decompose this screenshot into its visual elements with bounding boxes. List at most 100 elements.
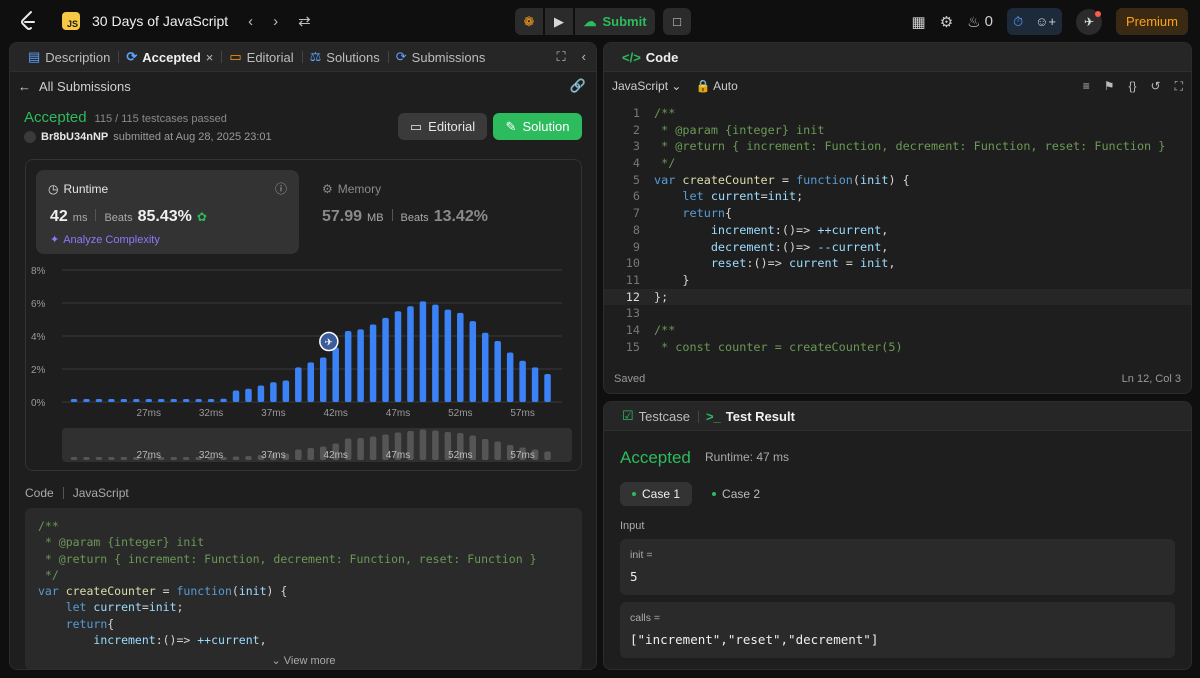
performance-stats: ◷ Runtime ⓘ 42 ms Beats 85.43% ✿ ✦ Analyze… xyxy=(25,159,582,471)
reset-icon[interactable]: ↺ xyxy=(1151,79,1161,94)
problem-list-title[interactable]: 30 Days of JavaScript xyxy=(92,13,228,29)
bookmark-icon[interactable]: ⚑ xyxy=(1104,79,1115,94)
editor-line[interactable]: 10 reset:()=> current = init, xyxy=(604,255,1191,272)
streak-counter[interactable]: ♨ 0 xyxy=(967,13,993,31)
prev-problem-icon[interactable]: ‹ xyxy=(248,13,253,30)
notes-button[interactable]: □ xyxy=(663,8,691,35)
next-problem-icon[interactable]: › xyxy=(273,13,278,30)
info-icon[interactable]: ⓘ xyxy=(275,180,287,197)
pass-dot xyxy=(712,492,717,496)
bar xyxy=(457,312,464,402)
avatar[interactable] xyxy=(24,131,36,143)
editor-line[interactable]: 9 decrement:()=> --current, xyxy=(604,239,1191,256)
line-text: /** xyxy=(654,322,676,337)
code-line: var createCounter = function(init) { xyxy=(38,584,288,599)
debug-button[interactable]: ❁ xyxy=(515,8,543,35)
memory-card[interactable]: ⚙ Memory xyxy=(322,182,381,196)
tab-code[interactable]: </> Code xyxy=(614,50,686,65)
auto-label: Auto xyxy=(713,79,738,93)
tab-solutions[interactable]: ⚖ Solutions xyxy=(301,49,388,65)
format-icon[interactable]: ≡ xyxy=(1083,79,1090,94)
editor-line[interactable]: 6 let current=init; xyxy=(604,188,1191,205)
runtime-card[interactable]: ◷ Runtime ⓘ 42 ms Beats 85.43% ✿ ✦ Analyze… xyxy=(36,170,299,254)
run-button[interactable]: ▶ xyxy=(545,8,573,35)
input-calls-box: calls = ["increment","reset","decrement"… xyxy=(620,602,1175,658)
editor-line[interactable]: 12}; xyxy=(604,288,1191,306)
tab-label: Description xyxy=(45,49,111,65)
test-result-panel: ☑ Testcase >_ Test Result Accepted Runtime… xyxy=(603,401,1192,670)
line-text: * const counter = createCounter(5) xyxy=(654,339,903,354)
code-editor[interactable]: 1/** 2 * @param {integer} init 3 * @return… xyxy=(604,105,1191,355)
case-tab-2[interactable]: Case 2 xyxy=(700,482,772,506)
submitted-code: /** * @param {integer} init * @return { … xyxy=(25,508,582,669)
language-select[interactable]: JavaScript ⌄ xyxy=(612,79,681,93)
input-value[interactable]: ["increment","reset","decrement"] xyxy=(630,632,878,647)
submit-label: Submit xyxy=(602,14,647,29)
editor-status-bar: Saved Ln 12, Col 3 xyxy=(614,373,1181,385)
clock-icon: ◷ xyxy=(48,182,59,196)
editor-line[interactable]: 15 * const counter = createCounter(5) xyxy=(604,339,1191,356)
link-icon[interactable]: 🔗 xyxy=(570,78,586,94)
editor-line[interactable]: 14 /** xyxy=(604,322,1191,339)
username[interactable]: Br8bU34nNP xyxy=(41,131,108,143)
code-language-label: Code JavaScript xyxy=(25,486,129,500)
editor-line[interactable]: 7 return{ xyxy=(604,205,1191,222)
tab-label: Solutions xyxy=(326,49,380,65)
line-number: 5 xyxy=(632,172,640,187)
solution-button[interactable]: ✎ Solution xyxy=(493,113,582,140)
tab-submissions[interactable]: ⟳ Submissions xyxy=(387,49,494,65)
maximize-icon[interactable]: ⛶ xyxy=(557,49,566,65)
runtime-label: Runtime xyxy=(63,182,109,196)
bar xyxy=(270,382,277,402)
editor-line[interactable]: 4 */ xyxy=(604,155,1191,172)
leetcode-logo-icon[interactable] xyxy=(18,10,38,32)
premium-button[interactable]: Premium xyxy=(1115,8,1188,35)
stopwatch-icon[interactable]: ⏱ xyxy=(1013,14,1023,30)
tab-description[interactable]: ▤ Description xyxy=(20,49,118,65)
analyze-complexity-link[interactable]: ✦ Analyze Complexity xyxy=(50,233,160,247)
flame-icon: ♨ xyxy=(967,13,981,31)
expand-icon[interactable]: ⛶ xyxy=(1175,79,1183,94)
input-value[interactable]: 5 xyxy=(630,569,638,584)
editor-line[interactable]: 13 xyxy=(604,305,1191,322)
plane-icon: ✈ xyxy=(325,338,333,349)
braces-icon[interactable]: {} xyxy=(1129,79,1137,94)
auto-mode[interactable]: 🔒 Auto xyxy=(695,79,737,93)
view-more-button[interactable]: ⌄ View more xyxy=(25,646,582,669)
overview-bar xyxy=(295,449,302,460)
user-avatar[interactable]: ✈ xyxy=(1075,8,1102,35)
submit-button[interactable]: ☁ Submit xyxy=(575,8,655,35)
tab-test-result[interactable]: >_ Test Result xyxy=(697,409,803,424)
all-submissions-link[interactable]: All Submissions xyxy=(39,79,131,94)
case-label: Case 1 xyxy=(642,487,681,501)
editor-line[interactable]: 8 increment:()=> ++current, xyxy=(604,222,1191,239)
line-number: 1 xyxy=(632,106,640,120)
editor-line[interactable]: 3 * @return { increment: Function, decre… xyxy=(604,138,1191,155)
x-tick-label: 27ms xyxy=(137,408,161,419)
timer-group: ⏱ ☺+ xyxy=(1006,8,1062,35)
settings-gear-icon[interactable]: ⚙ xyxy=(940,13,953,31)
runtime-distribution-chart[interactable]: 8% 6% 4% 2% 0% 27ms 27ms 32ms 32ms 37ms 37ms 42ms 42… xyxy=(26,260,583,470)
editor-line[interactable]: 11 } xyxy=(604,272,1191,289)
editor-line[interactable]: 5 var createCounter = function(init) { xyxy=(604,172,1191,189)
submission-panel: ▤ Description ⟳ Accepted × ▭ Editorial ⚖ Solu… xyxy=(9,42,597,670)
bar xyxy=(494,340,501,402)
tab-editorial[interactable]: ▭ Editorial xyxy=(221,49,301,65)
layout-icon[interactable]: ▦ xyxy=(912,13,926,31)
editor-line[interactable]: 2 * @param {integer} init xyxy=(604,122,1191,139)
code-line: */ xyxy=(38,567,59,582)
back-arrow-icon[interactable]: ← xyxy=(18,79,31,94)
line-text: reset:()=> current = init, xyxy=(710,256,896,271)
case-tab-1[interactable]: Case 1 xyxy=(620,482,693,506)
editor-line[interactable]: 1 /** xyxy=(604,105,1191,122)
bar xyxy=(182,399,190,402)
tab-testcase[interactable]: ☑ Testcase xyxy=(614,408,698,424)
collapse-chevron-icon[interactable]: ‹ xyxy=(582,49,586,65)
editorial-button[interactable]: ▭ Editorial xyxy=(398,113,487,140)
problem-list-badge[interactable]: JS xyxy=(62,12,80,30)
shuffle-icon[interactable]: ⇄ xyxy=(298,12,311,30)
tab-accepted[interactable]: ⟳ Accepted × xyxy=(118,49,221,65)
close-tab-icon[interactable]: × xyxy=(206,50,214,65)
add-user-icon[interactable]: ☺+ xyxy=(1035,14,1056,29)
line-number: 3 xyxy=(632,139,640,154)
